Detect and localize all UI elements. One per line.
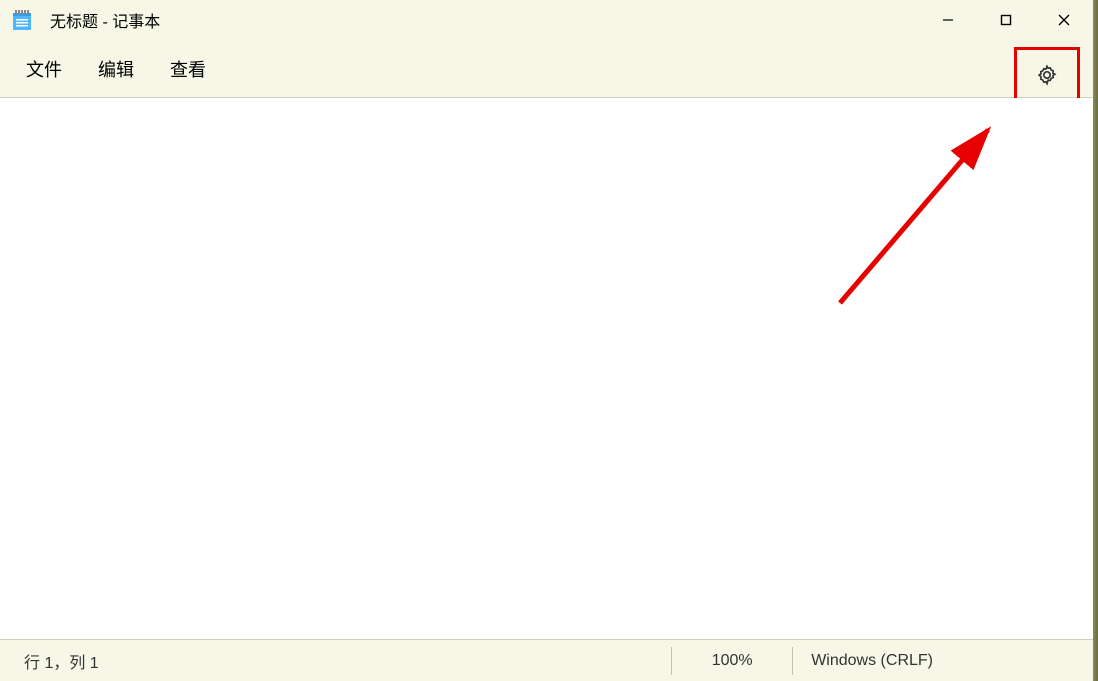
minimize-icon [942,14,954,26]
close-icon [1057,13,1071,27]
notepad-icon [12,10,32,30]
menu-view[interactable]: 查看 [152,48,224,90]
window-title: 无标题 - 记事本 [50,8,160,32]
settings-button[interactable] [1014,47,1080,102]
status-line-ending: Windows (CRLF) [793,652,1093,670]
text-editor-area[interactable] [0,98,1093,639]
titlebar: 无标题 - 记事本 [0,0,1093,40]
menu-file[interactable]: 文件 [8,48,80,90]
close-button[interactable] [1035,0,1093,40]
minimize-button[interactable] [919,0,977,40]
menubar: 文件 编辑 查看 [0,40,1093,98]
desktop-edge [1093,0,1098,681]
gear-icon [1036,64,1058,86]
status-cursor-position: 行 1，列 1 [0,649,671,673]
maximize-icon [1000,14,1012,26]
maximize-button[interactable] [977,0,1035,40]
window-controls [919,0,1093,40]
menu-edit[interactable]: 编辑 [80,48,152,90]
statusbar: 行 1，列 1 100% Windows (CRLF) [0,639,1093,681]
status-zoom: 100% [672,652,792,670]
notepad-window: 无标题 - 记事本 文件 编辑 查看 [0,0,1093,681]
annotation-arrow [830,108,1010,308]
